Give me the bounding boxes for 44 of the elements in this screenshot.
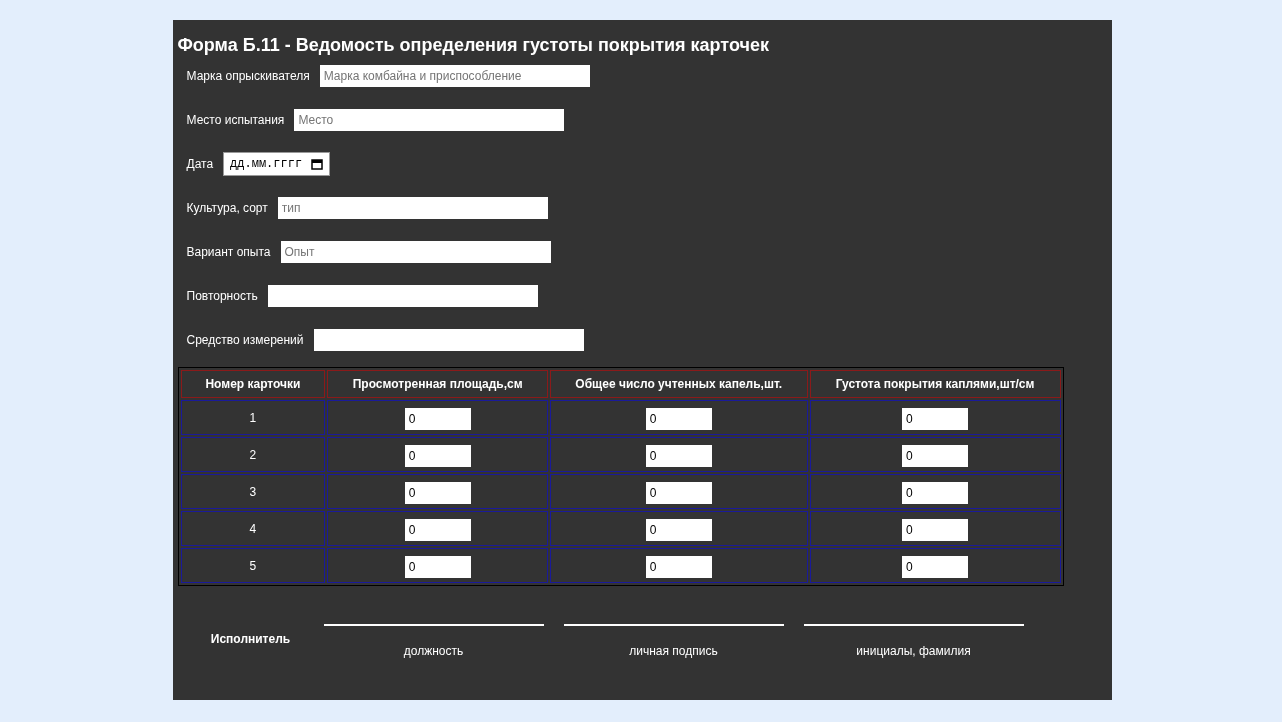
number-field[interactable]: 0	[645, 407, 712, 430]
signature-label: Исполнитель	[209, 631, 292, 648]
column-header: Просмотренная площадь,см	[327, 370, 548, 398]
number-field[interactable]: 0	[645, 518, 712, 541]
column-header: Номер карточки	[180, 370, 326, 398]
number-field[interactable]: 0	[645, 555, 712, 578]
number-field[interactable]: 0	[404, 555, 471, 578]
number-field[interactable]: 0	[645, 444, 712, 467]
input-field[interactable]: Опыт	[280, 241, 551, 263]
number-field[interactable]: 0	[404, 518, 471, 541]
table-cell: 5	[180, 548, 326, 583]
date-field[interactable]: дд.мм.гггг	[223, 152, 331, 176]
number-field[interactable]: 0	[404, 481, 471, 504]
field-label: Вариант опыта	[186, 244, 271, 261]
number-field[interactable]: 0	[902, 518, 969, 541]
input-field[interactable]: Марка комбайна и приспособление	[319, 65, 590, 87]
field-label: Культура, сорт	[186, 200, 268, 217]
signature-caption: должность	[403, 643, 464, 660]
input-field[interactable]	[267, 285, 538, 307]
table-cell: 4	[180, 511, 326, 546]
number-field[interactable]: 0	[902, 444, 969, 467]
table-cell: 3	[180, 474, 326, 509]
field-label: Марка опрыскивателя	[186, 68, 310, 85]
input-field[interactable]: тип	[277, 197, 548, 219]
number-field[interactable]: 0	[902, 407, 969, 430]
number-field[interactable]: 0	[902, 481, 969, 504]
table-cell: 1	[180, 400, 326, 435]
calendar-icon	[311, 158, 324, 170]
column-header: Густота покрытия каплями,шт/см	[809, 370, 1061, 398]
form-title: Форма Б.11 - Ведомость определения густоты покрытия карточек	[177, 34, 769, 56]
input-field[interactable]: Место	[294, 109, 565, 131]
number-field[interactable]: 0	[645, 481, 712, 504]
number-field[interactable]: 0	[404, 444, 471, 467]
number-field[interactable]: 0	[404, 407, 471, 430]
column-header: Общее число учтенных капель,шт.	[549, 370, 808, 398]
signature-caption: личная подпись	[629, 643, 718, 660]
field-label: Место испытания	[186, 112, 285, 129]
number-field[interactable]: 0	[902, 555, 969, 578]
signature-caption: инициалы, фамилия	[856, 643, 971, 660]
field-label: Повторность	[186, 288, 258, 305]
input-field[interactable]	[313, 329, 584, 351]
field-label: Дата	[186, 156, 214, 173]
table-cell: 2	[180, 437, 326, 472]
field-label: Средство измерений	[186, 332, 304, 349]
